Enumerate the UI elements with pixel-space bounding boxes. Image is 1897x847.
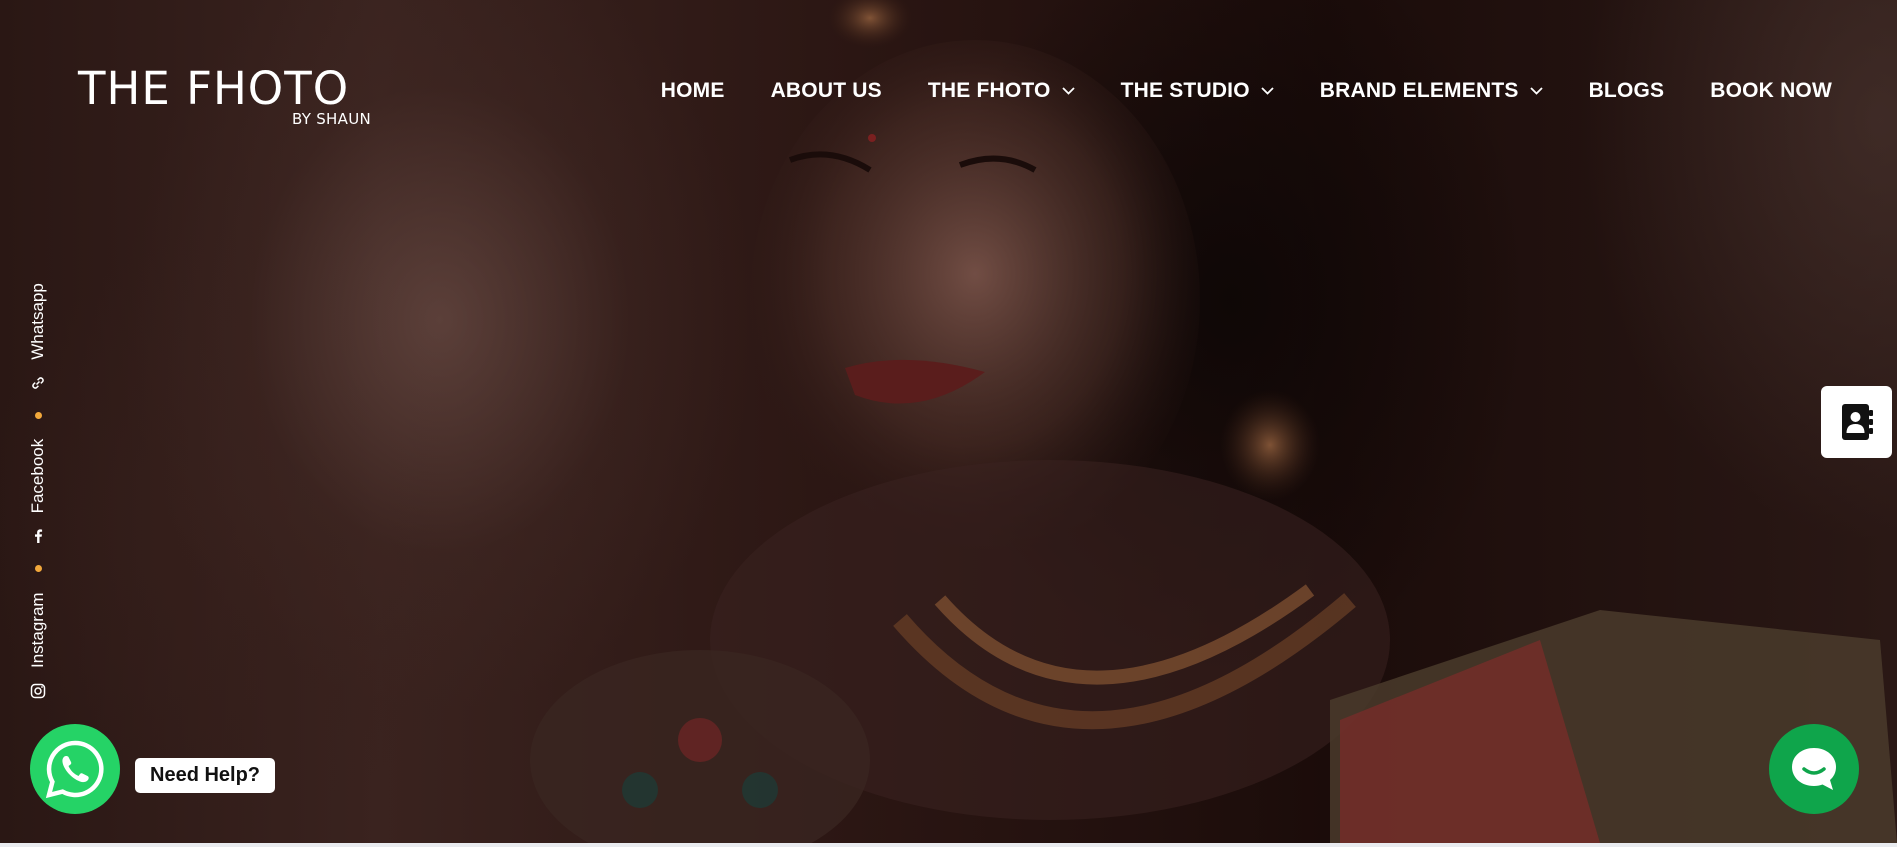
nav-label: ABOUT US [770, 79, 882, 102]
social-links: Instagram Facebook Whatsapp [24, 250, 52, 700]
logo-title: THE FHOTO [78, 62, 350, 115]
bottom-strip [0, 843, 1897, 847]
chat-bubble-icon [1792, 748, 1836, 790]
link-icon [29, 374, 47, 392]
social-label: Whatsapp [28, 283, 47, 360]
nav-label: THE FHOTO [927, 79, 1051, 102]
separator-dot [34, 565, 42, 573]
nav-label: BRAND ELEMENTS [1319, 79, 1519, 102]
social-label: Instagram [28, 592, 47, 668]
address-book-icon [1841, 404, 1873, 440]
main-nav: HOME ABOUT US THE FHOTO THE STUDIO BRAND… [661, 79, 1832, 103]
facebook-icon [29, 527, 47, 545]
nav-label: BLOGS [1588, 79, 1665, 102]
chat-button[interactable] [1769, 724, 1859, 814]
nav-home[interactable]: HOME [661, 79, 725, 103]
contact-card-button[interactable] [1821, 386, 1892, 458]
nav-about-us[interactable]: ABOUT US [771, 79, 882, 103]
whatsapp-icon [45, 740, 104, 799]
nav-label: BOOK NOW [1710, 79, 1832, 102]
social-link-instagram[interactable]: Instagram [28, 592, 48, 700]
nav-blogs[interactable]: BLOGS [1589, 79, 1665, 103]
logo-subtitle: BY SHAUN [291, 110, 371, 128]
chevron-down-icon [1529, 87, 1543, 95]
social-label: Facebook [28, 438, 47, 514]
separator-dot [34, 411, 42, 419]
nav-brand-elements[interactable]: BRAND ELEMENTS [1320, 79, 1543, 103]
chevron-down-icon [1261, 87, 1274, 95]
whatsapp-button[interactable] [30, 724, 120, 814]
nav-book-now[interactable]: BOOK NOW [1710, 79, 1832, 103]
site-logo[interactable]: THE FHOTO BY SHAUN [78, 62, 378, 132]
nav-the-studio[interactable]: THE STUDIO [1121, 79, 1274, 103]
nav-the-fhoto[interactable]: THE FHOTO [928, 79, 1075, 103]
instagram-icon [29, 682, 47, 700]
nav-label: HOME [660, 79, 725, 102]
chevron-down-icon [1061, 87, 1075, 95]
need-help-label[interactable]: Need Help? [135, 758, 276, 793]
social-link-whatsapp[interactable]: Whatsapp [28, 283, 48, 392]
nav-label: THE STUDIO [1120, 79, 1250, 102]
social-link-facebook[interactable]: Facebook [28, 439, 48, 546]
